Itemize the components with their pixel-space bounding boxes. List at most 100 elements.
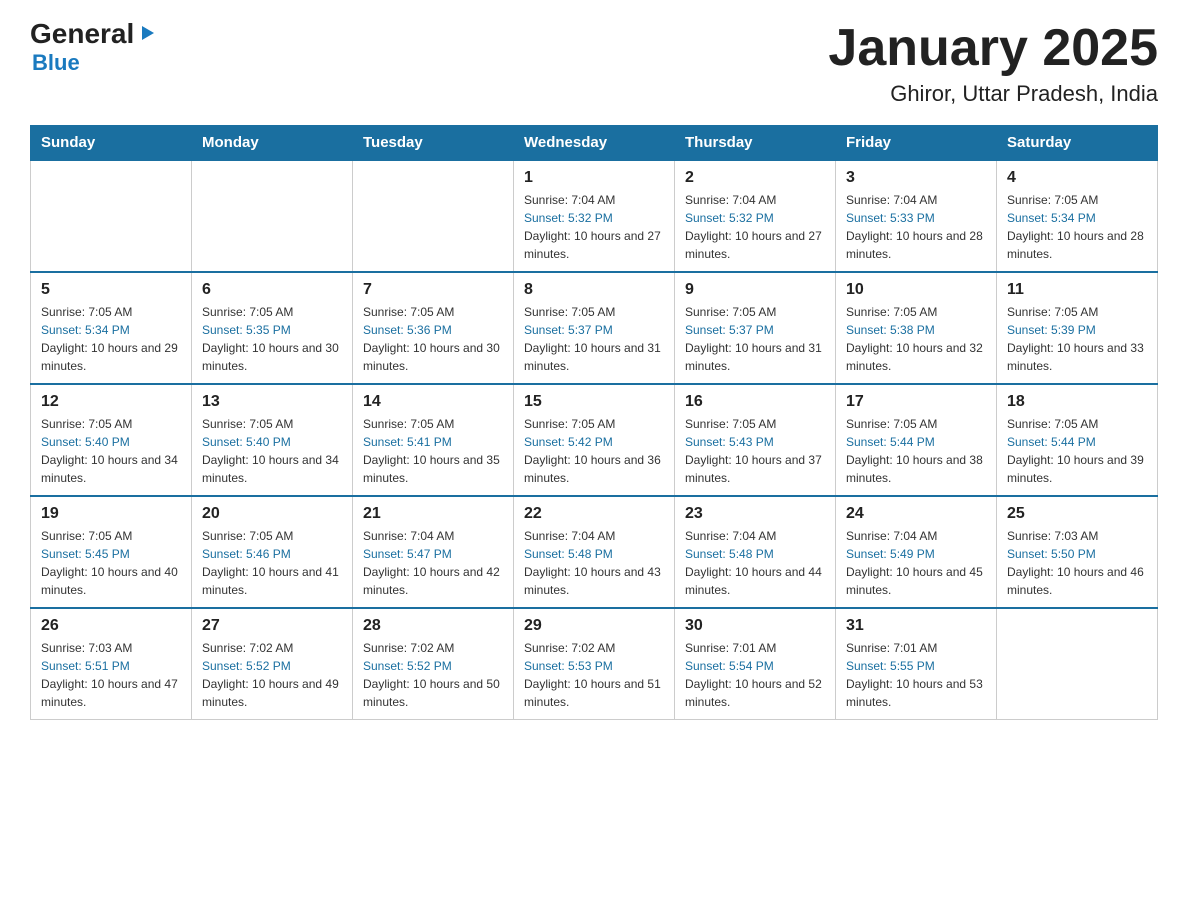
day-number: 1 — [524, 169, 664, 187]
calendar-cell: 22Sunrise: 7:04 AMSunset: 5:48 PMDayligh… — [514, 496, 675, 608]
day-number: 21 — [363, 505, 503, 523]
calendar-cell — [997, 608, 1158, 720]
day-number: 6 — [202, 281, 342, 299]
day-info: Sunrise: 7:02 AMSunset: 5:52 PMDaylight:… — [363, 639, 503, 711]
day-info: Sunrise: 7:05 AMSunset: 5:45 PMDaylight:… — [41, 527, 181, 599]
day-info: Sunrise: 7:02 AMSunset: 5:52 PMDaylight:… — [202, 639, 342, 711]
day-number: 19 — [41, 505, 181, 523]
calendar-cell: 10 Sunrise: 7:05 AMSunset: 5:38 PMDayligh… — [836, 272, 997, 384]
calendar-cell: 6 Sunrise: 7:05 AMSunset: 5:35 PMDaylight… — [192, 272, 353, 384]
calendar-cell: 17 Sunrise: 7:05 AMSunset: 5:44 PMDayligh… — [836, 384, 997, 496]
day-info: Sunrise: 7:04 AMSunset: 5:33 PMDaylight:… — [846, 191, 986, 263]
day-info: Sunrise: 7:05 AMSunset: 5:46 PMDaylight:… — [202, 527, 342, 599]
calendar-cell: 20 Sunrise: 7:05 AMSunset: 5:46 PMDayligh… — [192, 496, 353, 608]
col-saturday: Saturday — [997, 126, 1158, 161]
day-number: 25 — [1007, 505, 1147, 523]
calendar-cell: 15 Sunrise: 7:05 AMSunset: 5:42 PMDayligh… — [514, 384, 675, 496]
day-number: 10 — [846, 281, 986, 299]
calendar-cell: 12 Sunrise: 7:05 AMSunset: 5:40 PMDayligh… — [31, 384, 192, 496]
day-number: 15 — [524, 393, 664, 411]
day-number: 31 — [846, 617, 986, 635]
calendar-week-row: 19 Sunrise: 7:05 AMSunset: 5:45 PMDayligh… — [31, 496, 1158, 608]
day-info: Sunrise: 7:04 AMSunset: 5:48 PMDaylight:… — [524, 527, 664, 599]
day-number: 2 — [685, 169, 825, 187]
day-number: 17 — [846, 393, 986, 411]
day-number: 7 — [363, 281, 503, 299]
col-friday: Friday — [836, 126, 997, 161]
calendar-cell: 21 Sunrise: 7:04 AMSunset: 5:47 PMDayligh… — [353, 496, 514, 608]
day-info: Sunrise: 7:05 AMSunset: 5:37 PMDaylight:… — [524, 303, 664, 375]
calendar-cell: 14 Sunrise: 7:05 AMSunset: 5:41 PMDayligh… — [353, 384, 514, 496]
day-info: Sunrise: 7:01 AMSunset: 5:54 PMDaylight:… — [685, 639, 825, 711]
day-number: 30 — [685, 617, 825, 635]
calendar-cell: 11 Sunrise: 7:05 AMSunset: 5:39 PMDayligh… — [997, 272, 1158, 384]
calendar-cell: 26 Sunrise: 7:03 AMSunset: 5:51 PMDayligh… — [31, 608, 192, 720]
day-number: 14 — [363, 393, 503, 411]
calendar-cell — [31, 160, 192, 272]
calendar-title: January 2025 — [828, 20, 1158, 77]
day-info: Sunrise: 7:05 AMSunset: 5:40 PMDaylight:… — [202, 415, 342, 487]
day-number: 4 — [1007, 169, 1147, 187]
calendar-cell: 23Sunrise: 7:04 AMSunset: 5:48 PMDayligh… — [675, 496, 836, 608]
page-header: General Blue January 2025 Ghiror, Uttar … — [30, 20, 1158, 107]
day-info: Sunrise: 7:05 AMSunset: 5:40 PMDaylight:… — [41, 415, 181, 487]
calendar-cell: 8Sunrise: 7:05 AMSunset: 5:37 PMDaylight… — [514, 272, 675, 384]
calendar-cell: 13 Sunrise: 7:05 AMSunset: 5:40 PMDayligh… — [192, 384, 353, 496]
logo-blue: Blue — [32, 50, 80, 76]
day-info: Sunrise: 7:05 AMSunset: 5:38 PMDaylight:… — [846, 303, 986, 375]
day-number: 27 — [202, 617, 342, 635]
calendar-cell: 5Sunrise: 7:05 AMSunset: 5:34 PMDaylight… — [31, 272, 192, 384]
calendar-cell: 29 Sunrise: 7:02 AMSunset: 5:53 PMDayligh… — [514, 608, 675, 720]
day-number: 12 — [41, 393, 181, 411]
calendar-cell: 30 Sunrise: 7:01 AMSunset: 5:54 PMDayligh… — [675, 608, 836, 720]
day-number: 18 — [1007, 393, 1147, 411]
col-tuesday: Tuesday — [353, 126, 514, 161]
day-info: Sunrise: 7:05 AMSunset: 5:39 PMDaylight:… — [1007, 303, 1147, 375]
day-number: 28 — [363, 617, 503, 635]
day-info: Sunrise: 7:05 AMSunset: 5:36 PMDaylight:… — [363, 303, 503, 375]
day-info: Sunrise: 7:04 AMSunset: 5:32 PMDaylight:… — [685, 191, 825, 263]
col-monday: Monday — [192, 126, 353, 161]
day-info: Sunrise: 7:05 AMSunset: 5:44 PMDaylight:… — [846, 415, 986, 487]
day-info: Sunrise: 7:05 AMSunset: 5:43 PMDaylight:… — [685, 415, 825, 487]
calendar-cell: 3 Sunrise: 7:04 AMSunset: 5:33 PMDaylight… — [836, 160, 997, 272]
calendar-cell: 7 Sunrise: 7:05 AMSunset: 5:36 PMDaylight… — [353, 272, 514, 384]
calendar-week-row: 1 Sunrise: 7:04 AMSunset: 5:32 PMDaylight… — [31, 160, 1158, 272]
calendar-cell: 19 Sunrise: 7:05 AMSunset: 5:45 PMDayligh… — [31, 496, 192, 608]
calendar-header-row: Sunday Monday Tuesday Wednesday Thursday… — [31, 126, 1158, 161]
day-info: Sunrise: 7:01 AMSunset: 5:55 PMDaylight:… — [846, 639, 986, 711]
day-info: Sunrise: 7:02 AMSunset: 5:53 PMDaylight:… — [524, 639, 664, 711]
day-info: Sunrise: 7:05 AMSunset: 5:34 PMDaylight:… — [1007, 191, 1147, 263]
day-number: 24 — [846, 505, 986, 523]
logo-triangle-icon — [136, 22, 158, 44]
day-info: Sunrise: 7:04 AMSunset: 5:49 PMDaylight:… — [846, 527, 986, 599]
day-info: Sunrise: 7:05 AMSunset: 5:44 PMDaylight:… — [1007, 415, 1147, 487]
day-info: Sunrise: 7:05 AMSunset: 5:42 PMDaylight:… — [524, 415, 664, 487]
day-info: Sunrise: 7:03 AMSunset: 5:51 PMDaylight:… — [41, 639, 181, 711]
day-info: Sunrise: 7:05 AMSunset: 5:41 PMDaylight:… — [363, 415, 503, 487]
calendar-week-row: 5Sunrise: 7:05 AMSunset: 5:34 PMDaylight… — [31, 272, 1158, 384]
calendar-table: Sunday Monday Tuesday Wednesday Thursday… — [30, 125, 1158, 720]
day-number: 3 — [846, 169, 986, 187]
calendar-cell — [192, 160, 353, 272]
col-thursday: Thursday — [675, 126, 836, 161]
day-info: Sunrise: 7:04 AMSunset: 5:48 PMDaylight:… — [685, 527, 825, 599]
col-wednesday: Wednesday — [514, 126, 675, 161]
calendar-cell: 25Sunrise: 7:03 AMSunset: 5:50 PMDayligh… — [997, 496, 1158, 608]
calendar-week-row: 12 Sunrise: 7:05 AMSunset: 5:40 PMDayligh… — [31, 384, 1158, 496]
day-number: 26 — [41, 617, 181, 635]
calendar-cell: 24 Sunrise: 7:04 AMSunset: 5:49 PMDayligh… — [836, 496, 997, 608]
day-number: 11 — [1007, 281, 1147, 299]
day-info: Sunrise: 7:04 AMSunset: 5:47 PMDaylight:… — [363, 527, 503, 599]
day-number: 5 — [41, 281, 181, 299]
col-sunday: Sunday — [31, 126, 192, 161]
day-number: 20 — [202, 505, 342, 523]
calendar-cell: 1Sunrise: 7:04 AMSunset: 5:32 PMDaylight… — [514, 160, 675, 272]
logo: General Blue — [30, 20, 158, 76]
calendar-week-row: 26 Sunrise: 7:03 AMSunset: 5:51 PMDayligh… — [31, 608, 1158, 720]
day-number: 29 — [524, 617, 664, 635]
day-number: 13 — [202, 393, 342, 411]
calendar-cell: 2 Sunrise: 7:04 AMSunset: 5:32 PMDaylight… — [675, 160, 836, 272]
logo-general: General — [30, 20, 134, 48]
day-info: Sunrise: 7:05 AMSunset: 5:35 PMDaylight:… — [202, 303, 342, 375]
